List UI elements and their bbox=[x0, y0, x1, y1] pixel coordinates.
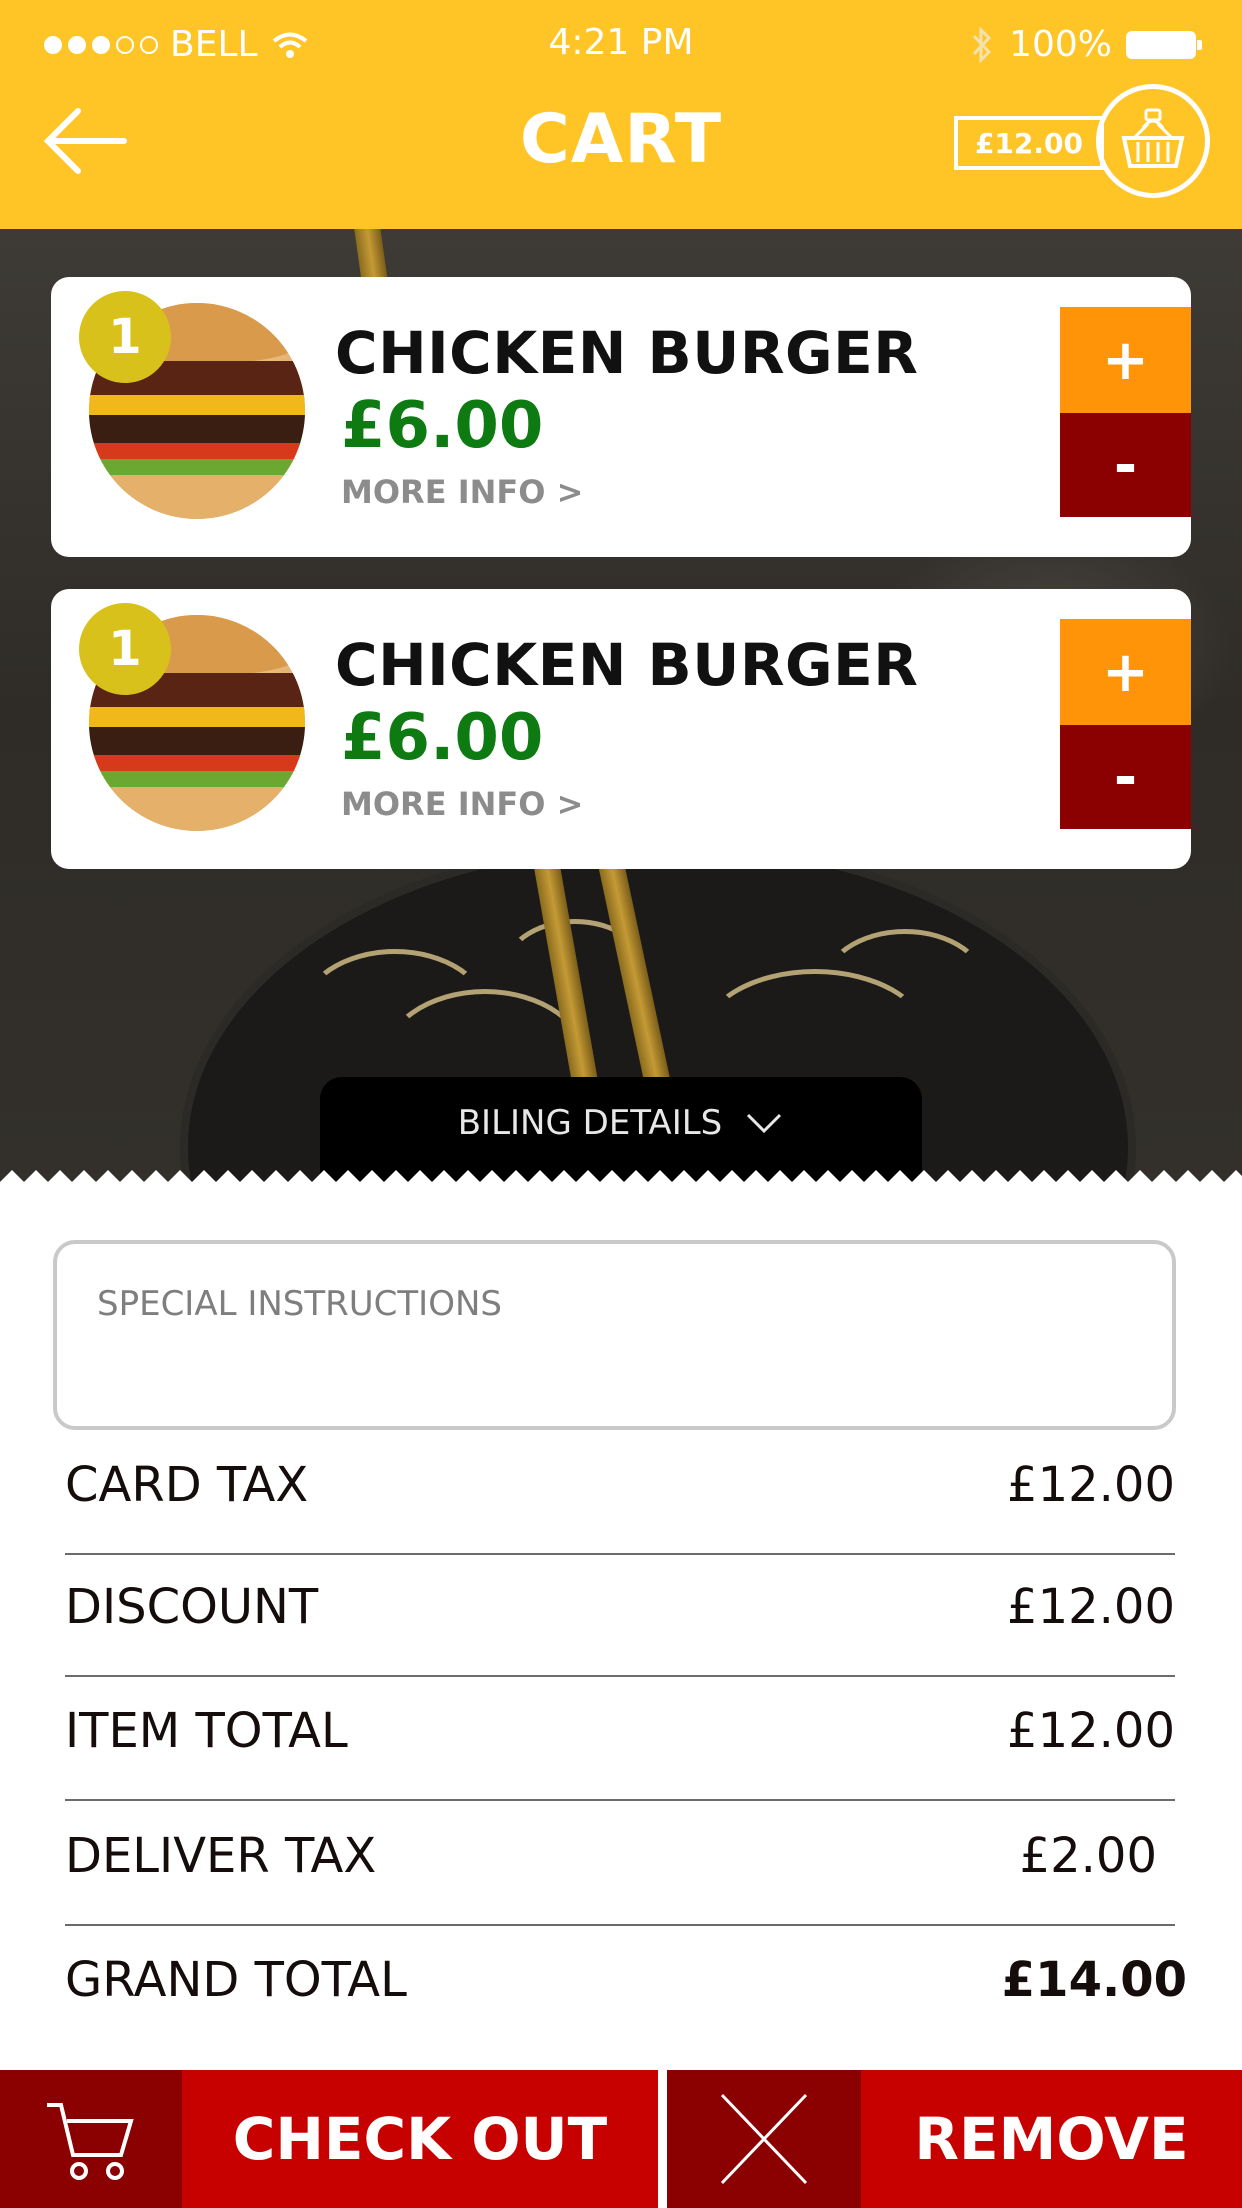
quantity-badge: 1 bbox=[79, 603, 171, 695]
quantity-badge: 1 bbox=[79, 291, 171, 383]
status-bar: BELL 4:21 PM 100% bbox=[0, 0, 1242, 90]
cart-item-card: 1 CHICKEN BURGER £6.00 MORE INFO > + - bbox=[51, 589, 1191, 869]
item-price: £6.00 bbox=[341, 701, 544, 775]
item-price: £6.00 bbox=[341, 389, 544, 463]
checkout-button[interactable]: CHECK OUT bbox=[182, 2070, 658, 2208]
bluetooth-icon bbox=[972, 25, 992, 64]
footer-action-bar: CHECK OUT REMOVE bbox=[0, 2070, 1242, 2208]
close-x-icon bbox=[720, 2093, 808, 2185]
summary-row-discount: DISCOUNT £12.00 bbox=[65, 1553, 1175, 1677]
more-info-link[interactable]: MORE INFO > bbox=[341, 473, 583, 511]
basket-button[interactable] bbox=[1096, 84, 1210, 198]
summary-label: DELIVER TAX bbox=[65, 1828, 377, 1884]
battery-icon bbox=[1126, 30, 1202, 59]
battery-percent: 100% bbox=[1009, 24, 1112, 65]
billing-details-label: BILING DETAILS bbox=[457, 1103, 723, 1143]
basket-icon bbox=[1121, 108, 1185, 168]
special-instructions-field[interactable]: SPECIAL INSTRUCTIONS bbox=[53, 1240, 1176, 1430]
checkout-icon-button[interactable] bbox=[0, 2070, 182, 2208]
item-name: CHICKEN BURGER bbox=[335, 631, 919, 699]
remove-button[interactable]: REMOVE bbox=[861, 2070, 1242, 2208]
torn-edge-divider bbox=[0, 1170, 1242, 1196]
remove-icon-button[interactable] bbox=[667, 2070, 861, 2208]
more-info-link[interactable]: MORE INFO > bbox=[341, 785, 583, 823]
summary-row-grand-total: GRAND TOTAL £14.00 bbox=[65, 1926, 1187, 2050]
chevron-down-icon bbox=[747, 1113, 782, 1134]
summary-row-item-total: ITEM TOTAL £12.00 bbox=[65, 1677, 1175, 1801]
summary-value: £12.00 bbox=[1007, 1457, 1175, 1513]
summary-row-card-tax: CARD TAX £12.00 bbox=[65, 1431, 1175, 1555]
summary-value: £2.00 bbox=[1019, 1828, 1157, 1884]
grand-total-value: £14.00 bbox=[1001, 1952, 1187, 2008]
summary-label: DISCOUNT bbox=[65, 1579, 319, 1635]
summary-value: £12.00 bbox=[1007, 1703, 1175, 1759]
summary-label: CARD TAX bbox=[65, 1457, 309, 1513]
decrease-quantity-button[interactable]: - bbox=[1060, 413, 1191, 517]
summary-value: £12.00 bbox=[1007, 1579, 1175, 1635]
shopping-cart-icon bbox=[47, 2103, 134, 2180]
row-divider bbox=[65, 1799, 1175, 1801]
increase-quantity-button[interactable]: + bbox=[1060, 619, 1191, 725]
item-name: CHICKEN BURGER bbox=[335, 319, 919, 387]
status-right: 100% bbox=[969, 24, 1202, 65]
decrease-quantity-button[interactable]: - bbox=[1060, 725, 1191, 829]
summary-row-deliver-tax: DELIVER TAX £2.00 bbox=[65, 1802, 1175, 1926]
summary-label: ITEM TOTAL bbox=[65, 1703, 348, 1759]
app-header: BELL 4:21 PM 100% CART £12.00 bbox=[0, 0, 1242, 229]
cart-item-card: 1 CHICKEN BURGER £6.00 MORE INFO > + - bbox=[51, 277, 1191, 557]
cart-total-badge[interactable]: £12.00 bbox=[954, 116, 1104, 170]
increase-quantity-button[interactable]: + bbox=[1060, 307, 1191, 413]
summary-label: GRAND TOTAL bbox=[65, 1952, 407, 2008]
